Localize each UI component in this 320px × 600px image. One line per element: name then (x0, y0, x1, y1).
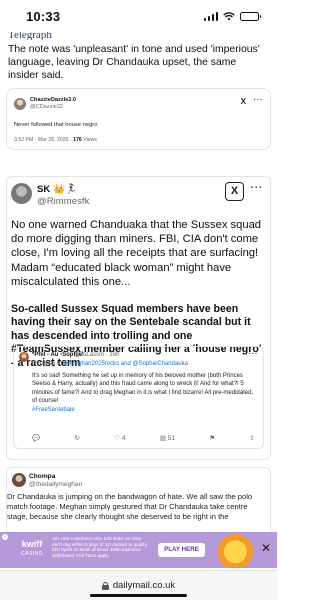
share-icon: ⇧ (249, 435, 255, 442)
tweet-meta: 3:52 PM · Mar 26, 2025 · 176 Views (14, 137, 97, 143)
comment-icon: 💬 (32, 435, 41, 442)
reply-author-handle: @JoLassm · 16h (74, 352, 120, 358)
status-bar: 10:33 (0, 0, 277, 32)
avatar (19, 352, 29, 362)
ad-info-icon[interactable]: i (2, 534, 8, 540)
tweet-views-label: Views (81, 137, 97, 143)
status-icons (203, 11, 261, 21)
tweet-author-handle: @CDazzie22 (30, 104, 64, 110)
reply-targets: @Meghan2025rocks and @SophieChandauka (63, 361, 188, 367)
reply-text: It's so sad! Something he set up in memo… (32, 373, 254, 405)
ad-brand: kwiff (21, 539, 43, 549)
bookmark-icon: ⚑ (209, 435, 216, 442)
article-paragraph: The note was 'unpleasant' in tone and us… (8, 44, 260, 82)
ad-terms-text: 18+ new customers only. £20 stake on slo… (52, 536, 148, 558)
more-options-icon: ··· (250, 182, 263, 194)
battery-icon (240, 11, 261, 21)
more-options-icon: ··· (248, 349, 258, 358)
ad-play-button[interactable]: PLAY HERE (158, 543, 205, 557)
cellular-signal-icon (203, 11, 218, 21)
reply-action-bar: 💬 ↻ ♡ 4 ▥ 51 ⚑ ⇧ (32, 434, 255, 442)
views-action: ▥ 51 (159, 435, 176, 442)
views-count: 51 (167, 435, 176, 442)
close-ad-icon[interactable]: ✕ (259, 541, 273, 555)
tweet-body: Dr Chandauka is jumping on the bandwagon… (7, 492, 253, 522)
reply-tweet-card: *Phil - Au -Sophie' @JoLassm · 16h ··· R… (13, 346, 264, 449)
tweet-author-name: SK 👑🏃‍♀️ (37, 184, 77, 195)
ad-banner[interactable]: i kwiff CASINO 18+ new customers only. £2… (0, 532, 277, 568)
cut-off-headline: Telegraph (8, 32, 52, 40)
ad-artwork (210, 532, 256, 568)
replying-to-line: Replying to @Meghan2025rocks and @Sophie… (32, 361, 188, 367)
tweet-body: No one warned Chanduaka that the Sussex … (11, 219, 262, 288)
tweet-author-name: ChazzieDazzle2.0 (30, 97, 77, 103)
x-logo-icon[interactable]: X (241, 97, 246, 106)
retweet-icon: ↻ (74, 435, 80, 442)
x-logo-icon: X (225, 182, 244, 201)
hashtag: #FreeSentebale (32, 406, 75, 413)
home-indicator[interactable] (90, 594, 187, 597)
tweet-views-count: 176 (73, 137, 82, 143)
reply-body: It's so sad! Something he set up in memo… (32, 372, 255, 414)
tweet-author-handle: @Rimmesfk (37, 196, 90, 207)
like-action: ♡ 4 (114, 435, 126, 442)
wifi-icon (223, 11, 235, 20)
status-time: 10:33 (26, 8, 61, 24)
more-options-icon[interactable]: ··· (254, 95, 264, 104)
embedded-tweet-card[interactable]: Chompa @thedallymeghan Dr Chandauka is j… (6, 467, 271, 537)
avatar (14, 98, 26, 110)
ad-brand-sub: CASINO (20, 551, 44, 557)
tweet-author-name: Chompa (29, 473, 56, 480)
avatar (11, 183, 32, 204)
tweet-timestamp: 3:52 PM · Mar 26, 2025 · (14, 137, 74, 143)
tweet-author-handle: @thedallymeghan (29, 481, 83, 488)
like-count: 4 (121, 435, 126, 442)
replying-to-label: Replying to (32, 361, 64, 367)
embedded-tweet-card[interactable]: ChazzieDazzle2.0 @CDazzie22 X ··· Never … (6, 88, 271, 150)
avatar (12, 473, 26, 487)
lock-icon (101, 581, 109, 590)
url-domain[interactable]: dailymail.co.uk (113, 580, 175, 591)
ad-brand-logo: kwiff CASINO (18, 539, 46, 561)
tweet-screenshot-image: SK 👑🏃‍♀️ @Rimmesfk X ··· No one warned C… (6, 176, 271, 460)
tweet-body: Never followed that house negro (14, 122, 98, 128)
